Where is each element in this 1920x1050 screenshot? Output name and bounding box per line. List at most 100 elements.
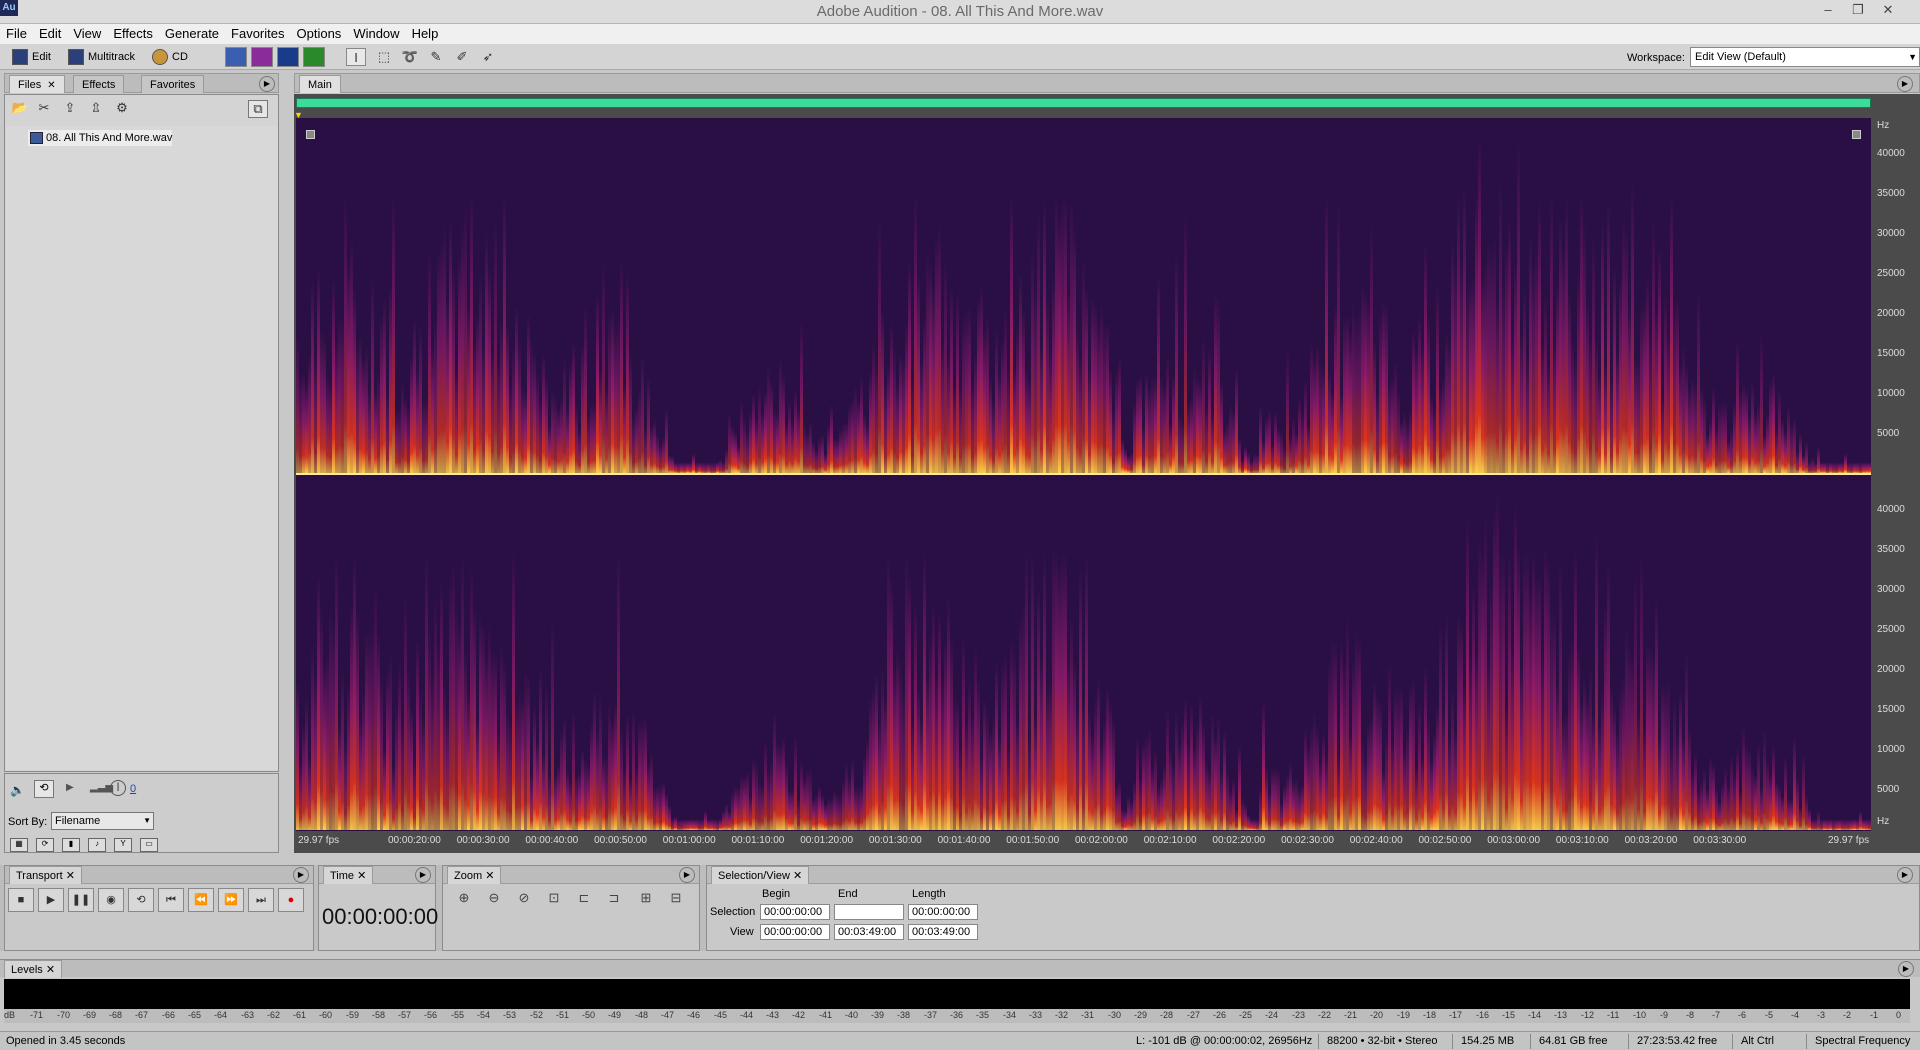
time-ruler[interactable]: 29.97 fps 29.97 fps 00:00:20:00 00:00:30:… bbox=[296, 832, 1871, 850]
view-begin-field[interactable]: 00:00:00:00 bbox=[760, 924, 830, 940]
tab-files[interactable]: Files ✕ bbox=[9, 75, 65, 93]
pause-button[interactable]: ❚❚ bbox=[68, 888, 94, 912]
panel-menu-icon[interactable]: ▶ bbox=[259, 76, 275, 92]
zoom-right-edge-icon[interactable]: ⊐ bbox=[602, 890, 626, 912]
close-icon[interactable]: ✕ bbox=[485, 870, 494, 882]
fast-forward-button[interactable]: ⏩ bbox=[218, 888, 244, 912]
left-channel-spectrogram[interactable] bbox=[296, 118, 1871, 473]
zoom-in-horizontal-icon[interactable]: ⊕ bbox=[452, 890, 476, 912]
insert-cd-icon[interactable]: ⇫ bbox=[86, 100, 106, 118]
full-paths-icon[interactable]: Y bbox=[114, 838, 132, 852]
menu-file[interactable]: File bbox=[0, 24, 33, 44]
menu-effects[interactable]: Effects bbox=[107, 24, 159, 44]
speaker-icon[interactable]: 🔈 bbox=[10, 783, 25, 797]
view-length-field[interactable]: 00:03:49:00 bbox=[908, 924, 978, 940]
volume-knob-icon[interactable]: | bbox=[110, 780, 126, 796]
tab-levels[interactable]: Levels ✕ bbox=[4, 960, 63, 978]
show-audio-icon[interactable]: ▦ bbox=[10, 838, 28, 852]
zoom-out-horizontal-icon[interactable]: ⊖ bbox=[482, 890, 506, 912]
restore-icon[interactable]: ❐ bbox=[1844, 0, 1872, 20]
show-video-icon[interactable]: ▮ bbox=[62, 838, 80, 852]
spectrogram-display[interactable] bbox=[296, 118, 1871, 831]
edit-file-icon[interactable]: ⚙ bbox=[112, 100, 132, 118]
edit-view-button[interactable]: Edit bbox=[10, 47, 51, 67]
menu-help[interactable]: Help bbox=[406, 24, 445, 44]
zoom-in-vertical-icon[interactable]: ⊞ bbox=[634, 890, 658, 912]
spectral-frequency-view-button[interactable] bbox=[251, 47, 273, 67]
selection-begin-field[interactable]: 00:00:00:00 bbox=[760, 904, 830, 920]
workspace-select[interactable]: Edit View (Default) ▼ bbox=[1690, 47, 1920, 67]
marquee-tool-icon[interactable]: ⬚ bbox=[374, 48, 394, 66]
close-icon[interactable]: ✕ bbox=[1874, 0, 1902, 20]
minimize-icon[interactable]: – bbox=[1814, 0, 1842, 20]
panel-menu-icon[interactable]: ▶ bbox=[293, 867, 309, 883]
time-selection-tool-icon[interactable]: I bbox=[346, 48, 366, 66]
play-button[interactable]: ▶ bbox=[38, 888, 64, 912]
sort-by-select[interactable]: Filename ▼ bbox=[51, 812, 154, 830]
fade-out-handle-icon[interactable] bbox=[1852, 130, 1861, 139]
level-tick: -4 bbox=[1791, 1010, 1800, 1020]
cd-view-button[interactable]: CD bbox=[150, 47, 188, 67]
play-to-end-button[interactable]: ◉ bbox=[98, 888, 124, 912]
show-file-properties-icon[interactable]: ⧉ bbox=[248, 100, 268, 118]
spectral-pan-view-button[interactable] bbox=[277, 47, 299, 67]
lasso-tool-icon[interactable]: ➰ bbox=[400, 48, 420, 66]
spectral-phase-view-button[interactable] bbox=[303, 47, 325, 67]
insert-multitrack-icon[interactable]: ⇪ bbox=[60, 100, 80, 118]
play-preview-icon[interactable]: ▶ bbox=[66, 782, 74, 793]
close-icon[interactable]: ✕ bbox=[66, 870, 75, 882]
menu-options[interactable]: Options bbox=[291, 24, 348, 44]
loop-play-button[interactable]: ⟲ bbox=[128, 888, 154, 912]
menu-generate[interactable]: Generate bbox=[159, 24, 225, 44]
stop-button[interactable]: ■ bbox=[8, 888, 34, 912]
go-to-start-button[interactable]: ⏮ bbox=[158, 888, 184, 912]
close-icon[interactable]: ✕ bbox=[357, 870, 366, 882]
brush-tool-icon[interactable]: ✎ bbox=[426, 48, 446, 66]
show-loops-icon[interactable]: ⟳ bbox=[36, 838, 54, 852]
zoom-to-selection-icon[interactable]: ⊡ bbox=[542, 890, 566, 912]
panel-menu-icon[interactable]: ▶ bbox=[1897, 76, 1913, 92]
menu-view[interactable]: View bbox=[67, 24, 107, 44]
multitrack-view-button[interactable]: Multitrack bbox=[66, 47, 135, 67]
tab-time[interactable]: Time ✕ bbox=[323, 866, 374, 884]
open-file-icon[interactable]: 📂 bbox=[10, 100, 30, 118]
view-end-field[interactable]: 00:03:49:00 bbox=[834, 924, 904, 940]
spot-healing-tool-icon[interactable]: ✐ bbox=[452, 48, 472, 66]
rewind-button[interactable]: ⏪ bbox=[188, 888, 214, 912]
panel-menu-icon[interactable]: ▶ bbox=[1898, 961, 1914, 977]
tab-zoom[interactable]: Zoom ✕ bbox=[447, 866, 502, 884]
fade-in-handle-icon[interactable] bbox=[306, 130, 315, 139]
hybrid-tool-icon[interactable]: ➶ bbox=[478, 48, 498, 66]
panel-menu-icon[interactable]: ▶ bbox=[679, 867, 695, 883]
tab-effects[interactable]: Effects bbox=[73, 75, 125, 93]
menu-edit[interactable]: Edit bbox=[33, 24, 67, 44]
overview-bar[interactable] bbox=[296, 98, 1871, 108]
selection-end-field[interactable] bbox=[834, 904, 904, 920]
loop-preview-icon[interactable]: ⟲ bbox=[34, 780, 54, 798]
volume-value[interactable]: 0 bbox=[130, 783, 136, 795]
panel-menu-icon[interactable]: ▶ bbox=[415, 867, 431, 883]
right-channel-spectrogram[interactable] bbox=[296, 475, 1871, 830]
show-cues-icon[interactable]: ▭ bbox=[140, 838, 158, 852]
zoom-out-full-icon[interactable]: ⊘ bbox=[512, 890, 536, 912]
menu-window[interactable]: Window bbox=[347, 24, 405, 44]
tab-transport[interactable]: Transport ✕ bbox=[9, 866, 82, 884]
zoom-out-vertical-icon[interactable]: ⊟ bbox=[664, 890, 688, 912]
close-icon[interactable]: ✕ bbox=[793, 870, 802, 882]
zoom-left-edge-icon[interactable]: ⊏ bbox=[572, 890, 596, 912]
tab-selection-view[interactable]: Selection/View ✕ bbox=[711, 866, 810, 884]
menu-favorites[interactable]: Favorites bbox=[225, 24, 290, 44]
tab-main[interactable]: Main bbox=[299, 75, 341, 93]
close-icon[interactable]: ✕ bbox=[47, 80, 55, 91]
close-file-icon[interactable]: ✂ bbox=[34, 100, 54, 118]
show-midi-icon[interactable]: ♪ bbox=[88, 838, 106, 852]
go-to-end-button[interactable]: ⏭ bbox=[248, 888, 274, 912]
record-button[interactable]: ● bbox=[278, 888, 304, 912]
tab-favorites[interactable]: Favorites bbox=[141, 75, 205, 93]
selection-length-field[interactable]: 00:00:00:00 bbox=[908, 904, 978, 920]
spectral-column bbox=[1400, 687, 1403, 830]
file-item[interactable]: 08. All This And More.wav bbox=[28, 130, 173, 146]
close-icon[interactable]: ✕ bbox=[46, 964, 55, 976]
panel-menu-icon[interactable]: ▶ bbox=[1897, 867, 1913, 883]
waveform-view-button[interactable] bbox=[225, 47, 247, 67]
